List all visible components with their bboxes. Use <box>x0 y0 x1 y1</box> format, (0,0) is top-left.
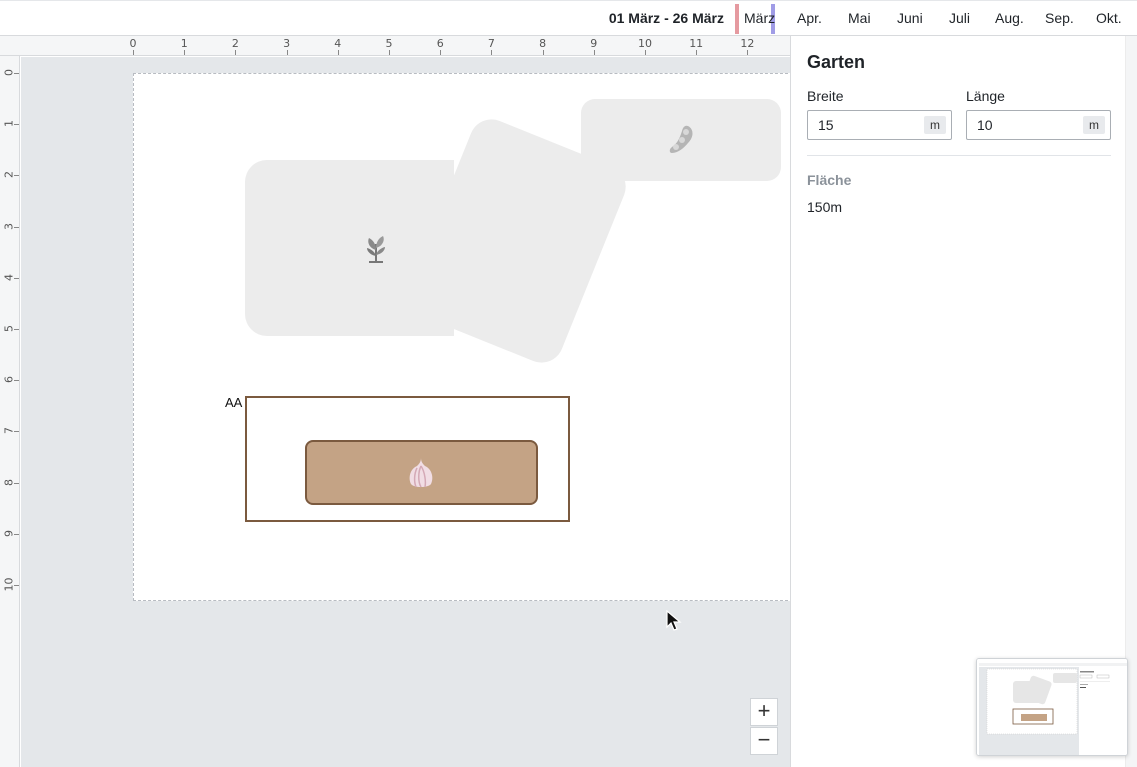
ruler-x-tick-label: 0 <box>129 37 137 50</box>
timeline-month[interactable]: Apr. <box>797 10 822 26</box>
garden-area[interactable]: AA <box>133 73 790 601</box>
ruler-x-tick-label: 2 <box>231 37 239 50</box>
ruler-x-tick-label: 6 <box>436 37 444 50</box>
width-field[interactable]: m <box>807 110 952 140</box>
timeline-month[interactable]: März <box>744 10 775 26</box>
timeline-month[interactable]: Aug. <box>995 10 1024 26</box>
ruler-y-tick <box>14 124 19 126</box>
ruler-y-tick <box>14 585 19 586</box>
length-label: Länge <box>966 88 1005 104</box>
ruler-y-tick <box>14 482 19 484</box>
ruler-y-tick <box>14 431 19 433</box>
ruler-x-tick-label: 3 <box>283 37 291 50</box>
garden-bed-left[interactable] <box>245 160 435 336</box>
timeline-month[interactable]: Mai <box>848 10 871 26</box>
ruler-x-tick <box>286 50 288 55</box>
area-label: Fläche <box>807 172 852 188</box>
length-unit: m <box>1083 116 1105 134</box>
horizontal-ruler: 0 1 2 3 4 5 6 7 8 9 10 11 12 <box>0 36 790 56</box>
timeline-month[interactable]: Juni <box>897 10 923 26</box>
ruler-x-tick-label: 8 <box>539 37 547 50</box>
ruler-x-tick <box>440 50 442 55</box>
seedling-icon <box>363 232 389 268</box>
panel-title: Garten <box>807 52 866 72</box>
zoom-out-button[interactable]: − <box>750 727 778 755</box>
ruler-x-tick <box>184 50 186 55</box>
panel-divider <box>807 155 1111 156</box>
length-input[interactable] <box>968 112 1078 138</box>
ruler-y-tick <box>14 277 19 279</box>
ruler-x-tick <box>696 50 698 55</box>
garden-bed-join <box>414 160 454 336</box>
ruler-x-tick-label: 11 <box>689 37 704 50</box>
ruler-x-tick <box>133 50 134 55</box>
timeline-start-handle[interactable] <box>735 4 739 34</box>
vertical-ruler: 0 1 2 3 4 5 6 7 8 9 10 <box>0 56 20 767</box>
ruler-x-tick <box>235 50 237 55</box>
ruler-x-tick-label: 7 <box>487 37 495 50</box>
panel-scrollbar[interactable] <box>1125 36 1137 767</box>
zoom-in-button[interactable]: + <box>750 698 778 726</box>
length-field[interactable]: m <box>966 110 1111 140</box>
ruler-y-tick <box>14 226 19 228</box>
ruler-x-tick <box>747 50 749 55</box>
bean-icon <box>666 123 698 161</box>
garlic-icon <box>405 456 437 494</box>
garden-planner-app: 01 März - 26 März März Apr. Mai Juni Jul… <box>0 0 1137 767</box>
ruler-y-tick <box>14 175 19 177</box>
ruler-y-tick <box>14 329 19 330</box>
timeline-month[interactable]: Sep. <box>1045 10 1074 26</box>
ruler-x-tick <box>389 50 390 55</box>
plan-canvas[interactable]: AA + − <box>21 57 790 767</box>
ruler-y-tick <box>14 73 19 74</box>
ruler-x-tick-label: 10 <box>638 37 652 50</box>
ruler-x-tick <box>542 50 544 55</box>
timeline-range-label: 01 März - 26 März <box>608 10 724 26</box>
ruler-x-tick-label: 1 <box>180 37 188 50</box>
ruler-y-tick <box>14 533 19 535</box>
timeline-month[interactable]: Okt. <box>1096 10 1122 26</box>
ruler-x-tick <box>491 50 493 55</box>
ruler-y-tick <box>14 380 19 382</box>
ruler-x-tick-label: 12 <box>740 37 755 50</box>
minimap[interactable] <box>976 658 1128 756</box>
bed-label: AA <box>225 395 243 410</box>
mouse-cursor-icon <box>666 610 682 631</box>
minimap-preview <box>977 659 1127 755</box>
width-label: Breite <box>807 88 844 104</box>
timeline-header: 01 März - 26 März März Apr. Mai Juni Jul… <box>0 0 1137 36</box>
ruler-x-tick <box>645 50 646 55</box>
ruler-x-tick-label: 9 <box>590 37 598 50</box>
area-value: 150m <box>807 199 843 215</box>
timeline-month[interactable]: Juli <box>949 10 970 26</box>
width-input[interactable] <box>809 112 919 138</box>
ruler-x-tick <box>337 50 339 55</box>
ruler-x-tick-label: 5 <box>385 37 393 50</box>
width-unit: m <box>924 116 946 134</box>
ruler-x-tick-label: 4 <box>334 37 342 50</box>
ruler-x-tick <box>593 50 595 55</box>
